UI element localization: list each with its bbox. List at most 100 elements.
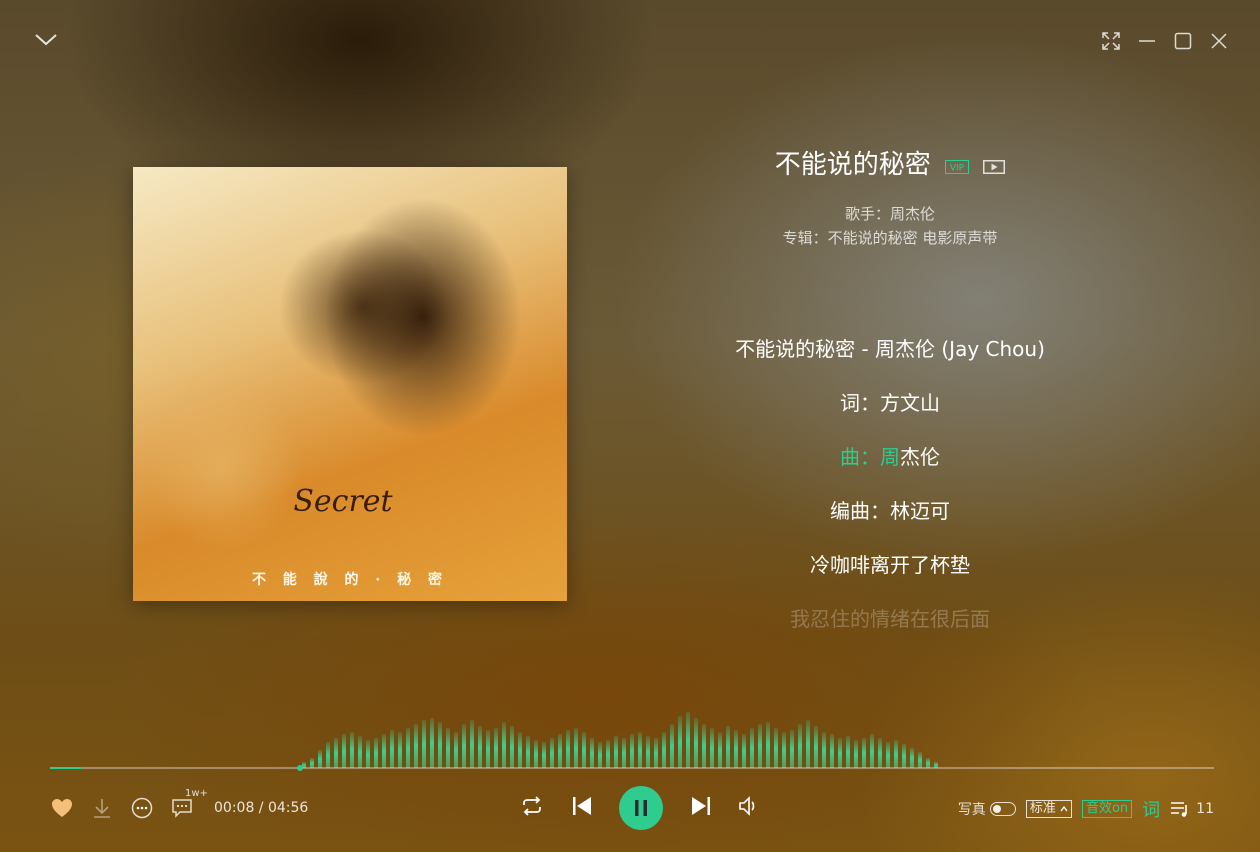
visualizer-bar	[462, 724, 466, 768]
visualizer-bar	[654, 738, 658, 768]
sound-effect-button[interactable]: 音效on	[1081, 800, 1133, 818]
visualizer-bar	[478, 726, 482, 768]
song-actions: 1w+ 00:08 / 04:56	[50, 788, 308, 820]
playlist-button[interactable]: 11	[1170, 800, 1214, 818]
visualizer-bar	[446, 728, 450, 768]
visualizer-bar	[766, 722, 770, 768]
visualizer-bar	[566, 730, 570, 768]
visualizer-bar	[486, 730, 490, 768]
album-link[interactable]: 专辑：不能说的秘密 电影原声带	[700, 227, 1080, 248]
visualizer-bar	[870, 734, 874, 768]
repeat-button[interactable]	[520, 794, 544, 822]
lyric-line: 词：方文山	[840, 391, 940, 415]
mv-button[interactable]	[983, 151, 1006, 181]
visualizer-bar	[702, 724, 706, 768]
visualizer-bar	[686, 712, 690, 768]
visualizer-bar	[638, 732, 642, 768]
visualizer-bar	[526, 736, 530, 768]
visualizer-bar	[422, 720, 426, 768]
previous-button[interactable]	[571, 795, 593, 821]
maximize-button[interactable]	[1172, 30, 1194, 52]
progress-fill	[50, 767, 82, 769]
skip-previous-icon	[572, 797, 591, 815]
comment-icon	[172, 799, 192, 818]
cover-title: 不 能 說 的 · 秘 密	[251, 572, 449, 588]
visualizer-bar	[358, 736, 362, 768]
visualizer-bar	[318, 750, 322, 768]
lyric-line: 编曲：林迈可	[830, 499, 950, 523]
portrait-toggle[interactable]: 写真	[958, 799, 1016, 819]
lyric-line: 我忍住的情绪在很后面	[790, 607, 990, 631]
close-button[interactable]	[1208, 30, 1230, 52]
chevron-up-icon	[1060, 805, 1068, 812]
lyric-unsung-part: 杰伦	[900, 445, 940, 469]
singer-link[interactable]: 歌手：周杰伦	[700, 203, 1080, 224]
visualizer-bar	[750, 728, 754, 768]
next-button[interactable]	[690, 795, 712, 821]
minimize-icon	[1139, 40, 1155, 42]
pause-icon	[635, 800, 647, 816]
visualizer-bar	[606, 740, 610, 768]
visualizer-bar	[758, 724, 762, 768]
fullscreen-icon	[1102, 32, 1120, 50]
visualizer-bar	[390, 730, 394, 768]
download-icon	[94, 799, 110, 818]
heart-icon	[52, 799, 72, 817]
visualizer-bar	[550, 738, 554, 768]
visualizer-bar	[902, 744, 906, 768]
visualizer-bar	[878, 738, 882, 768]
pause-button[interactable]	[619, 786, 663, 830]
visualizer-bar	[742, 734, 746, 768]
visualizer-bar	[510, 726, 514, 768]
visualizer-bar	[398, 732, 402, 768]
visualizer-bar	[798, 724, 802, 768]
playlist-icon	[1171, 802, 1187, 817]
chevron-down-icon	[35, 34, 57, 46]
svg-text:VIP: VIP	[950, 163, 965, 173]
visualizer-bar	[838, 738, 842, 768]
visualizer-bar	[454, 732, 458, 768]
lyric-line: 冷咖啡离开了杯垫	[810, 553, 970, 577]
lyrics-toggle-button[interactable]: 词	[1142, 796, 1160, 822]
visualizer-bar	[918, 752, 922, 768]
volume-button[interactable]	[738, 795, 760, 821]
progress-handle[interactable]	[297, 765, 303, 771]
visualizer-bar	[494, 728, 498, 768]
portrait-switch[interactable]	[989, 802, 1016, 816]
visualizer-bar	[614, 736, 618, 768]
visualizer-bar	[470, 720, 474, 768]
visualizer-bar	[334, 738, 338, 768]
fullscreen-button[interactable]	[1100, 30, 1122, 52]
video-play-icon	[983, 159, 1006, 174]
download-button[interactable]	[90, 796, 114, 820]
maximize-icon	[1174, 32, 1192, 50]
progress-bar[interactable]	[50, 765, 1214, 771]
lyric-sung-part: 曲：周	[840, 445, 900, 469]
visualizer-bar	[630, 734, 634, 768]
comment-button[interactable]: 1w+	[170, 788, 208, 820]
visualizer-bar	[862, 738, 866, 768]
visualizer-bar	[430, 718, 434, 768]
close-icon	[1211, 33, 1227, 49]
more-icon	[131, 797, 153, 819]
visualizer-bar	[782, 732, 786, 768]
visualizer-bar	[558, 734, 562, 768]
window-controls	[1100, 30, 1230, 52]
visualizer-bar	[726, 726, 730, 768]
lyric-line-current: 曲：周杰伦	[650, 441, 1130, 470]
minimize-button[interactable]	[1136, 30, 1158, 52]
visualizer-bar	[886, 742, 890, 768]
repeat-icon	[523, 796, 541, 816]
quality-select[interactable]: 标准	[1025, 800, 1072, 818]
visualizer-bar	[846, 736, 850, 768]
visualizer-bar	[574, 728, 578, 768]
collapse-player-button[interactable]	[34, 28, 58, 56]
album-cover[interactable]: Secret 不 能 說 的 · 秘 密	[133, 167, 567, 601]
more-button[interactable]	[130, 796, 154, 820]
like-button[interactable]	[50, 796, 74, 820]
visualizer-bar	[854, 740, 858, 768]
visualizer-bar	[622, 738, 626, 768]
vip-badge: VIP	[945, 151, 969, 181]
visualizer-bar	[582, 732, 586, 768]
visualizer-bar	[598, 742, 602, 768]
